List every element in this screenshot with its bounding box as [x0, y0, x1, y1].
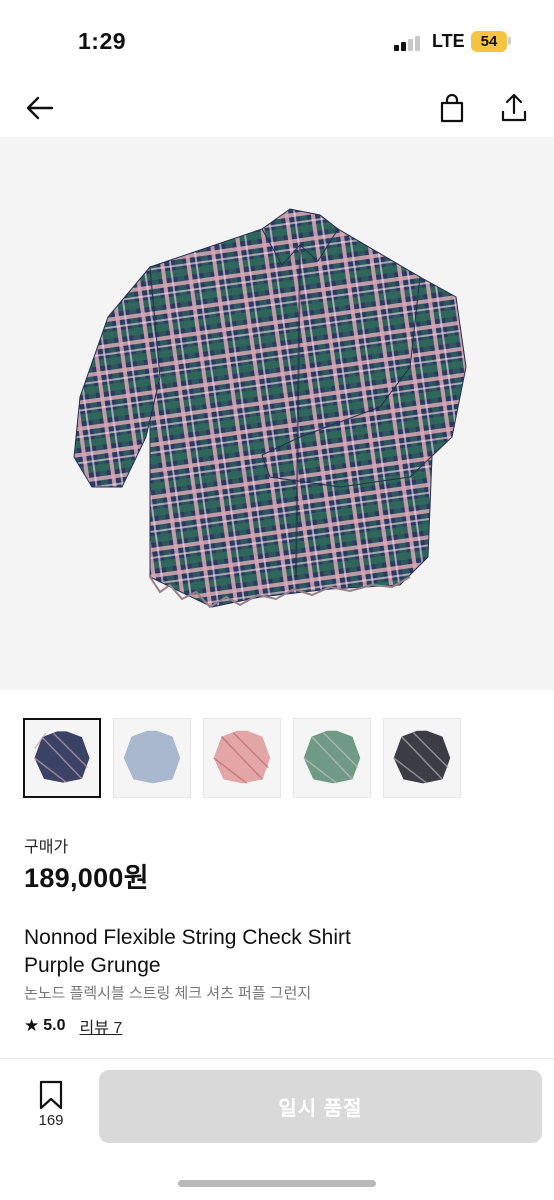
- product-subtitle: 논노드 플렉시블 스트링 체크 셔츠 퍼플 그런지: [24, 985, 312, 1002]
- status-bar: 1:29 LTE 54: [0, 0, 554, 80]
- nav-bar: [0, 80, 554, 136]
- star-icon: ★: [24, 1016, 40, 1035]
- cart-button[interactable]: [432, 88, 472, 128]
- battery-tip: [508, 37, 511, 45]
- bookmark-button[interactable]: 169: [29, 1079, 73, 1135]
- product-image[interactable]: [0, 137, 554, 690]
- home-indicator[interactable]: [178, 1180, 376, 1187]
- reviews-link[interactable]: 리뷰 7: [80, 1014, 123, 1038]
- network-label: LTE: [432, 31, 465, 51]
- thumbnail-3[interactable]: [203, 718, 281, 798]
- thumbnail-1[interactable]: [23, 718, 101, 798]
- bookmark-icon: [39, 1080, 63, 1110]
- battery-icon: 54: [471, 31, 507, 52]
- bookmark-count: 169: [38, 1112, 64, 1129]
- shirt-thumbnail: [33, 731, 90, 784]
- shirt-thumbnail: [123, 730, 181, 784]
- signal-icon: [394, 35, 424, 51]
- thumbnail-5[interactable]: [383, 718, 461, 798]
- shirt-thumbnail: [393, 730, 451, 784]
- status-time: 1:29: [78, 28, 127, 54]
- rating-row: ★ 5.0 리뷰 7: [24, 1014, 122, 1038]
- shirt-thumbnail: [303, 730, 361, 784]
- arrow-left-icon: [26, 96, 54, 120]
- price: 189,000원: [24, 863, 149, 893]
- product-title-line2: Purple Grunge: [24, 954, 161, 977]
- thumbnail-4[interactable]: [293, 718, 371, 798]
- shirt-thumbnail: [213, 730, 271, 784]
- shirt-image: [73, 208, 467, 609]
- back-button[interactable]: [20, 88, 60, 128]
- sold-out-button[interactable]: 일시 품절: [99, 1070, 542, 1143]
- price-label: 구매가: [24, 839, 69, 856]
- share-button[interactable]: [494, 88, 534, 128]
- product-title: Nonnod Flexible String Check Shirt Purpl…: [24, 924, 504, 980]
- bottom-bar: 169 일시 품절: [0, 1059, 554, 1200]
- rating-value: 5.0: [43, 1017, 66, 1034]
- thumbnail-strip: [23, 718, 461, 798]
- product-title-line1: Nonnod Flexible String Check Shirt: [24, 926, 351, 949]
- shopping-bag-icon: [440, 93, 464, 123]
- thumbnail-2[interactable]: [113, 718, 191, 798]
- share-icon: [501, 93, 527, 122]
